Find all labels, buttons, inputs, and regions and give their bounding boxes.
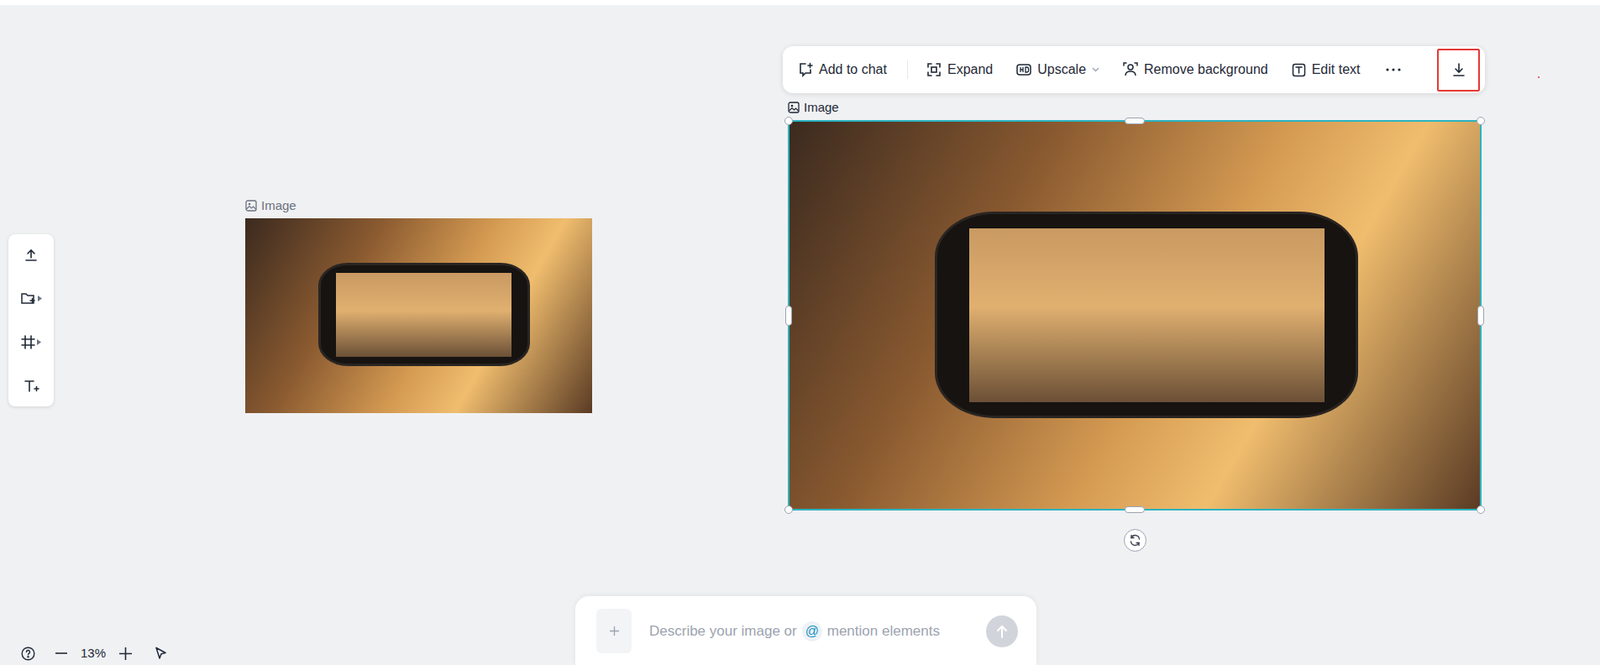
resize-handle[interactable]	[785, 305, 793, 326]
left-toolbar	[8, 234, 54, 407]
select-tool-button[interactable]	[151, 644, 170, 663]
photo-content	[318, 262, 530, 367]
help-button[interactable]	[18, 644, 37, 663]
prompt-bar: Describe your image or @ mention element…	[575, 596, 1037, 665]
image-element[interactable]	[787, 120, 1482, 511]
zoom-in-button[interactable]	[115, 644, 135, 663]
minus-icon	[55, 652, 68, 655]
download-button[interactable]	[1437, 48, 1480, 92]
chat-add-icon	[797, 62, 814, 78]
toolbar-divider	[907, 60, 908, 79]
edit-text-button[interactable]: Edit text	[1291, 59, 1361, 80]
text-box-icon	[1291, 62, 1307, 78]
chevron-right-icon	[37, 295, 42, 302]
photo-content	[934, 211, 1359, 419]
person-cutout-icon	[1122, 62, 1139, 78]
arrow-up-icon	[996, 624, 1008, 639]
add-to-chat-button[interactable]: Add to chat	[796, 59, 889, 80]
resize-handle[interactable]	[1476, 505, 1485, 515]
download-icon	[1451, 62, 1467, 78]
resize-handle[interactable]	[1124, 117, 1145, 125]
prompt-input[interactable]: Describe your image or @ mention element…	[649, 608, 987, 654]
attach-button[interactable]	[596, 608, 632, 654]
zoom-level: 13%	[80, 644, 108, 664]
resize-handle[interactable]	[1477, 305, 1485, 326]
frame-button[interactable]	[14, 330, 48, 355]
upload-icon	[23, 247, 39, 263]
add-text-icon	[23, 378, 40, 394]
plus-icon	[609, 626, 620, 636]
regenerate-button[interactable]	[1123, 529, 1147, 552]
resize-handle[interactable]	[784, 116, 793, 126]
mention-chip[interactable]: @	[802, 621, 823, 642]
expand-button[interactable]: Expand	[926, 59, 993, 80]
upload-button[interactable]	[14, 243, 48, 268]
upscale-button[interactable]: Upscale	[1016, 59, 1100, 80]
zoom-out-button[interactable]	[52, 644, 71, 663]
resize-handle[interactable]	[1124, 506, 1145, 514]
assets-button[interactable]	[14, 287, 48, 311]
zoom-controls: 13%	[18, 644, 170, 663]
image-icon	[787, 101, 800, 114]
frame-icon	[20, 335, 36, 350]
help-icon	[20, 646, 36, 661]
element-label: Image	[787, 99, 840, 116]
canvas[interactable]: Image Image	[0, 0, 1600, 665]
annotation-dot	[1537, 76, 1540, 79]
send-button[interactable]	[986, 615, 1018, 648]
more-dots-icon	[1385, 68, 1401, 72]
selection-toolbar: Add to chat Expand Upscale Remove backgr…	[782, 46, 1485, 94]
image-element[interactable]	[245, 218, 593, 414]
image-icon	[245, 199, 258, 212]
plus-icon	[119, 647, 132, 661]
refresh-icon	[1128, 534, 1142, 547]
element-label: Image	[245, 197, 297, 215]
resize-handle[interactable]	[784, 505, 793, 515]
chevron-down-icon	[1091, 67, 1100, 73]
remove-background-button[interactable]: Remove background	[1122, 59, 1269, 80]
resize-handle[interactable]	[1476, 116, 1485, 126]
hd-icon	[1016, 62, 1032, 77]
text-tool-button[interactable]	[14, 374, 48, 399]
top-bar	[0, 0, 1600, 6]
cursor-icon	[154, 646, 168, 661]
expand-icon	[926, 62, 942, 78]
chevron-right-icon	[36, 339, 42, 346]
folder-icon	[20, 291, 37, 306]
more-button[interactable]	[1378, 54, 1409, 85]
